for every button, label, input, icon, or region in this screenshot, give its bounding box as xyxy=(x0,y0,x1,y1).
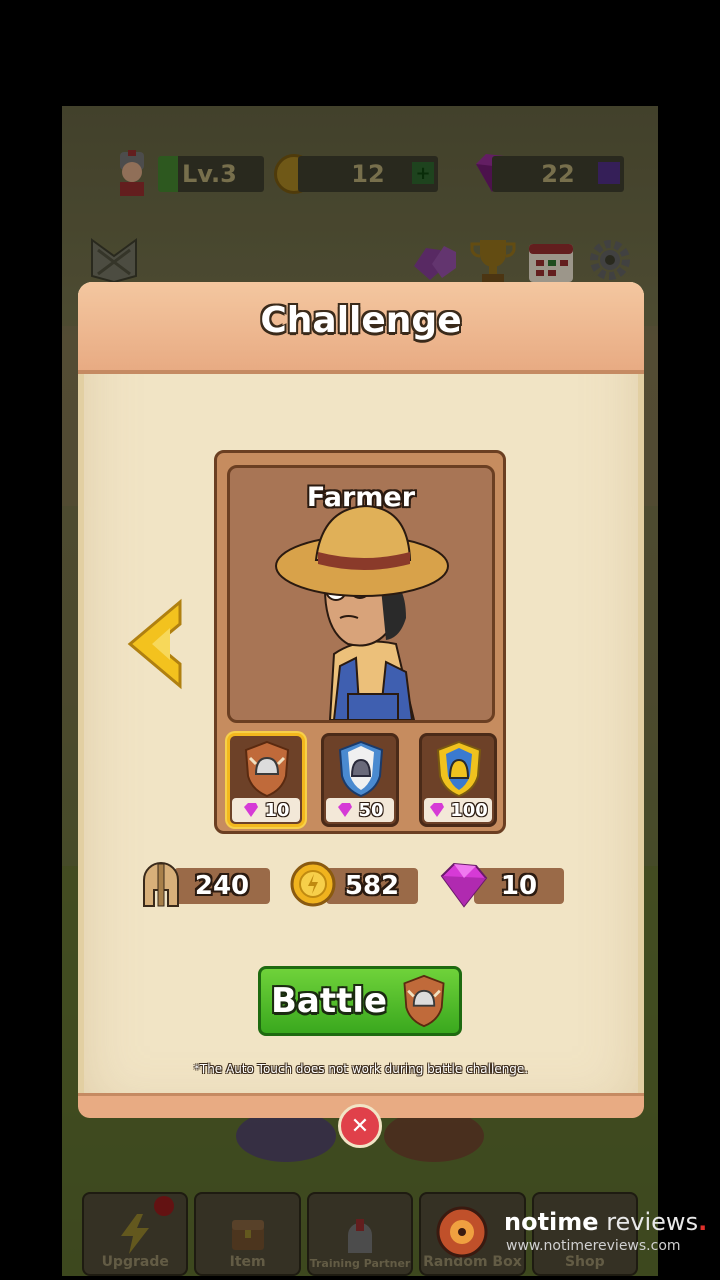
tier-cost-value: 100 xyxy=(450,799,488,821)
battle-label: Battle xyxy=(271,981,388,1021)
watermark-brand: notime reviews. xyxy=(504,1208,708,1236)
challenge-dialog: Challenge Farmer 10 50 100 240 582 10 Ba… xyxy=(78,282,644,1118)
silver-shield-helmet-icon xyxy=(338,740,384,798)
gem-icon xyxy=(440,862,488,908)
reward-helmet-value: 240 xyxy=(174,868,270,904)
tier-cost: 100 xyxy=(424,798,492,822)
tier-bronze[interactable]: 10 xyxy=(227,733,305,827)
previous-enemy-arrow-icon[interactable] xyxy=(126,598,186,690)
watermark-brand-bold: notime xyxy=(504,1208,599,1236)
gold-coin-icon xyxy=(290,861,336,907)
bronze-shield-helmet-icon xyxy=(244,740,290,798)
reward-gold: 582 xyxy=(290,861,418,907)
reward-helmet: 240 xyxy=(138,862,270,907)
farmer-character-icon xyxy=(275,504,449,720)
gem-icon xyxy=(338,803,353,817)
reward-gems: 10 xyxy=(438,862,564,908)
reward-gold-value: 582 xyxy=(326,868,418,904)
battle-button[interactable]: Battle xyxy=(258,966,462,1036)
gem-icon xyxy=(430,803,445,817)
gold-shield-helmet-icon xyxy=(436,740,482,798)
tier-silver[interactable]: 50 xyxy=(321,733,399,827)
tier-cost-value: 10 xyxy=(264,799,290,821)
tier-gold[interactable]: 100 xyxy=(419,733,497,827)
auto-touch-note: *The Auto Touch does not work during bat… xyxy=(193,1062,529,1076)
enemy-portrait: Farmer xyxy=(227,465,495,723)
tier-cost: 10 xyxy=(232,798,300,822)
watermark: notime reviews. www.notimereviews.com xyxy=(430,1204,710,1264)
watermark-logo-icon xyxy=(436,1206,488,1258)
close-button[interactable]: ✕ xyxy=(338,1104,382,1148)
enemy-card: Farmer 10 50 100 xyxy=(214,450,506,834)
tier-cost: 50 xyxy=(326,798,394,822)
dialog-title: Challenge xyxy=(260,300,462,341)
gladiator-helmet-icon xyxy=(143,862,179,907)
watermark-url: www.notimereviews.com xyxy=(506,1238,681,1254)
gem-icon xyxy=(244,803,259,817)
watermark-brand-light: reviews xyxy=(598,1208,699,1236)
tier-cost-value: 50 xyxy=(358,799,384,821)
bronze-shield-helmet-icon xyxy=(403,974,445,1028)
